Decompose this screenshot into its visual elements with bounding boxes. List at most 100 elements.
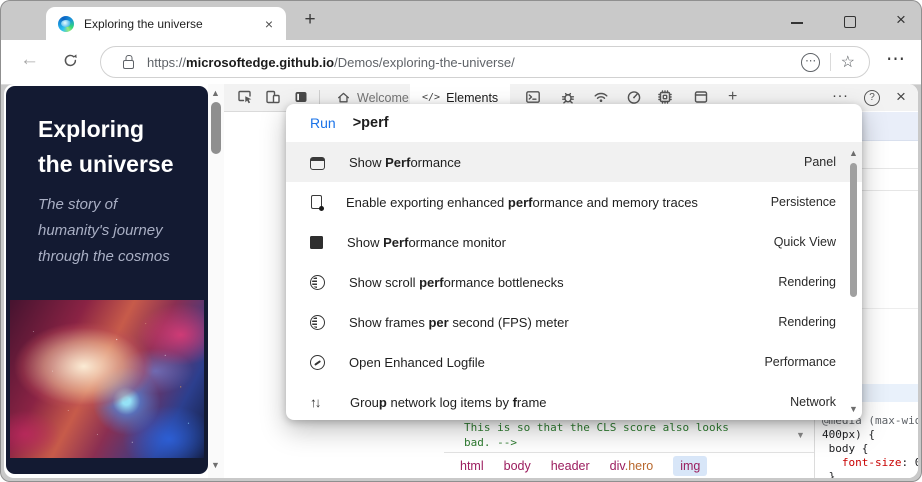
label-segment: ormance	[410, 154, 462, 170]
breadcrumb-item[interactable]: div.hero	[610, 459, 654, 473]
breadcrumb-item[interactable]: html	[460, 459, 484, 473]
label-segment: ormance bottlenecks	[443, 274, 564, 290]
scroll-down-icon[interactable]: ▼	[211, 460, 220, 470]
label-segment: Perf	[383, 234, 409, 250]
crumb-part: div	[609, 458, 625, 473]
html-comment-text: This is so that the CLS score also looks…	[464, 420, 794, 450]
breadcrumb-item[interactable]: header	[551, 459, 590, 473]
label-segment: Show	[347, 234, 384, 250]
command-input[interactable]: Run >perf	[286, 104, 862, 143]
inspect-element-icon[interactable]	[237, 89, 253, 105]
command-item[interactable]: Show frames per second (FPS) meter Render…	[286, 302, 862, 342]
url-domain: microsoftedge.github.io	[186, 54, 335, 70]
address-bar[interactable]: https://microsoftedge.github.io/Demos/ex…	[100, 46, 870, 78]
command-category: Panel	[804, 155, 836, 169]
sort-arrows-icon	[310, 394, 326, 410]
style-rule-line: 400px) {	[822, 428, 918, 442]
label-segment: p	[378, 394, 387, 410]
browser-tab[interactable]: Exploring the universe ×	[46, 7, 286, 40]
page-scrollbar[interactable]: ▲ ▼	[208, 84, 224, 478]
label-segment: Grou	[350, 394, 379, 410]
page-subtitle-line: through the cosmos	[38, 248, 170, 265]
url-protocol: https://	[147, 54, 187, 70]
code-token: }	[822, 470, 836, 478]
label-segment: ormance monitor	[408, 234, 506, 250]
scroll-up-icon[interactable]: ▲	[211, 88, 220, 98]
lock-icon[interactable]	[123, 59, 134, 69]
minimize-icon[interactable]	[791, 22, 803, 24]
home-icon	[337, 92, 350, 103]
command-item[interactable]: Enable exporting enhanced performance an…	[286, 182, 862, 222]
more-tools-plus-icon[interactable]: +	[728, 89, 744, 105]
command-item[interactable]: Group network log items by frameNetwork	[286, 382, 862, 420]
application-icon[interactable]	[693, 89, 709, 105]
breadcrumb: html body header div.hero img	[444, 452, 814, 478]
back-icon[interactable]: ←	[20, 49, 39, 71]
command-label: Show frames per second (FPS) meter	[349, 315, 778, 330]
label-segment: Open Enhanced Logfile	[349, 354, 485, 370]
browser-window: Exploring the universe × + × ← https://m…	[0, 0, 922, 482]
code-token: 0.9rem;	[915, 456, 918, 469]
command-category: Quick View	[773, 235, 836, 249]
url-text: https://microsoftedge.github.io/Demos/ex…	[147, 55, 801, 70]
logfile-gauge-icon	[310, 354, 325, 370]
window-close-icon[interactable]: ×	[891, 10, 911, 30]
label-segment: Show frames	[349, 314, 429, 330]
page-subtitle-line: humanity's journey	[38, 222, 163, 239]
elements-scroll-down-icon[interactable]: ▼	[796, 430, 805, 440]
refresh-icon[interactable]	[62, 52, 79, 69]
network-wifi-icon[interactable]	[593, 89, 609, 105]
command-item[interactable]: Open Enhanced Logfile Performance	[286, 342, 862, 382]
debugger-bug-icon[interactable]	[560, 89, 576, 105]
code-token: font-size	[841, 456, 902, 469]
command-item[interactable]: Show Performance Panel	[286, 142, 862, 182]
devtools-close-icon[interactable]: ×	[892, 87, 910, 107]
scroll-up-icon[interactable]: ▲	[849, 148, 858, 158]
maximize-icon[interactable]	[844, 16, 856, 28]
tab-elements-label: Elements	[446, 90, 499, 105]
code-text: }	[822, 470, 918, 478]
label-segment: network log items by	[386, 394, 513, 410]
comment-line: bad. -->	[464, 436, 517, 449]
page-subtitle-line: The story of	[38, 196, 118, 213]
command-label: Show Performance	[349, 155, 804, 170]
activity-bar-icon[interactable]	[293, 89, 309, 105]
performance-gauge-icon[interactable]	[626, 89, 642, 105]
breadcrumb-item[interactable]: body	[504, 459, 531, 473]
command-label: Show scroll performance bottlenecks	[349, 275, 778, 290]
tab-close-icon[interactable]: ×	[260, 16, 278, 32]
command-category: Rendering	[778, 275, 836, 289]
code-text: body {	[822, 442, 918, 456]
favorites-star-icon[interactable]: ☆	[841, 52, 855, 72]
site-options-icon[interactable]: ⋯	[800, 52, 820, 72]
browser-menu-icon[interactable]: ⋯	[886, 48, 906, 71]
command-query: >perf	[352, 115, 389, 131]
media-rule-code[interactable]: @media (max-width:exploring-t…niverse/:2…	[822, 414, 918, 478]
console-icon[interactable]	[525, 89, 541, 105]
devtools-menu-icon[interactable]: ···	[832, 87, 849, 104]
style-rule-line: font-size: 0.9rem;	[822, 456, 918, 470]
page-title-line1: Exploring	[38, 116, 145, 142]
help-icon[interactable]: ?	[864, 90, 880, 106]
page-title-line2: the universe	[38, 151, 174, 177]
page-scrollbar-thumb[interactable]	[211, 102, 221, 154]
code-text: font-size: 0.9rem;	[822, 456, 918, 470]
device-emulation-icon[interactable]	[265, 89, 281, 105]
palette-scrollbar-thumb[interactable]	[850, 163, 857, 297]
command-item[interactable]: Show Performance monitor Quick View	[286, 222, 862, 262]
memory-chip-icon[interactable]	[657, 89, 673, 105]
export-trace-icon	[311, 195, 324, 211]
scroll-down-icon[interactable]: ▼	[849, 404, 858, 414]
label-segment: perf	[507, 194, 533, 210]
performance-monitor-icon	[310, 236, 323, 250]
new-tab-button[interactable]: +	[298, 8, 322, 32]
command-label: Open Enhanced Logfile	[349, 355, 764, 370]
command-label: Group network log items by frame	[350, 395, 790, 410]
crumb-part: img	[680, 458, 701, 473]
command-category: Rendering	[778, 315, 836, 329]
command-item[interactable]: Show scroll performance bottlenecks Rende…	[286, 262, 862, 302]
palette-scrollbar[interactable]: ▲ ▼	[848, 148, 859, 416]
breadcrumb-item[interactable]: img	[673, 455, 708, 476]
fps-meter-icon	[310, 314, 325, 330]
command-category: Network	[790, 395, 836, 409]
